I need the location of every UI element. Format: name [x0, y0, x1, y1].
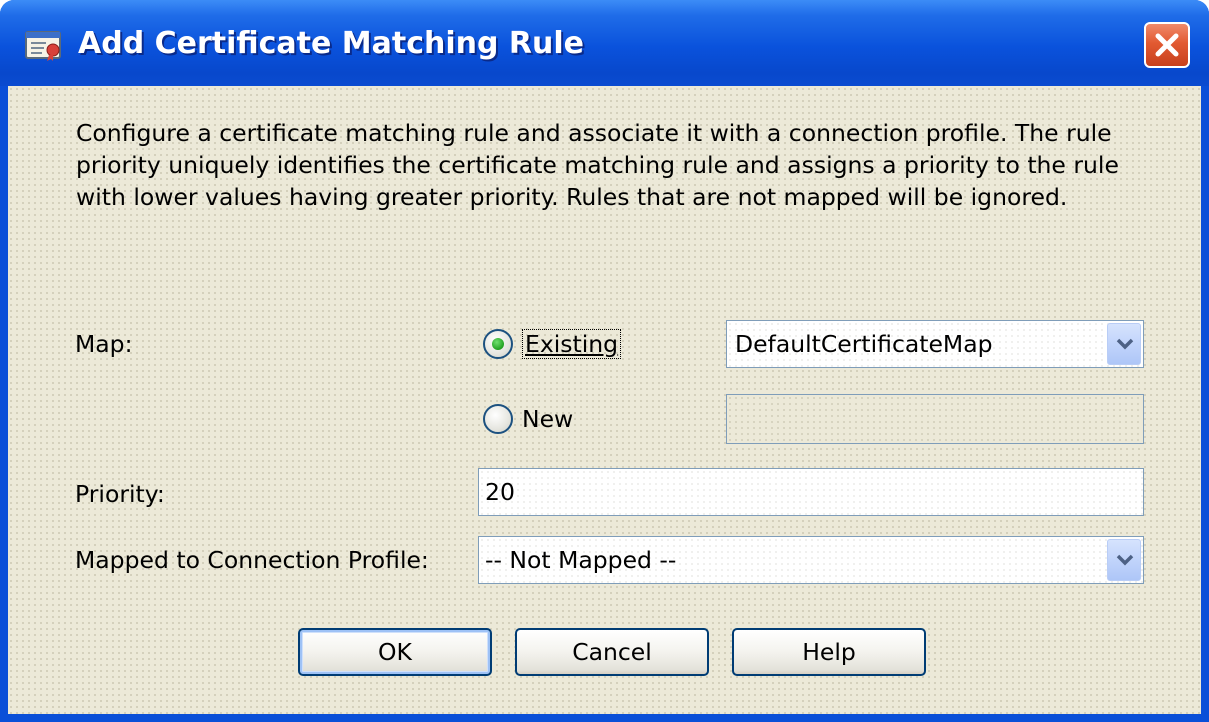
dropdown-button[interactable]	[1107, 539, 1141, 581]
priority-input[interactable]: 20	[478, 468, 1144, 516]
existing-map-value: DefaultCertificateMap	[735, 330, 993, 358]
priority-value: 20	[485, 478, 515, 506]
existing-map-select[interactable]: DefaultCertificateMap	[726, 320, 1144, 368]
existing-radio[interactable]	[483, 329, 513, 359]
chevron-down-icon	[1116, 338, 1134, 350]
ok-button[interactable]: OK	[298, 628, 492, 676]
chevron-down-icon	[1116, 554, 1134, 566]
close-button[interactable]	[1144, 22, 1190, 68]
help-button[interactable]: Help	[732, 628, 926, 676]
new-radio[interactable]	[483, 404, 513, 434]
new-radio-label[interactable]: New	[522, 404, 573, 434]
map-label: Map:	[75, 330, 133, 358]
certificate-icon	[24, 28, 64, 62]
connection-profile-value: -- Not Mapped --	[485, 546, 677, 574]
dropdown-button[interactable]	[1107, 323, 1141, 365]
dialog-title: Add Certificate Matching Rule	[78, 26, 585, 61]
connection-profile-label: Mapped to Connection Profile:	[75, 546, 429, 574]
connection-profile-select[interactable]: -- Not Mapped --	[478, 536, 1144, 584]
description-text: Configure a certificate matching rule an…	[76, 119, 1119, 211]
dialog-body: Configure a certificate matching rule an…	[8, 86, 1201, 714]
new-map-input[interactable]	[726, 394, 1144, 444]
title-bar[interactable]: Add Certificate Matching Rule	[0, 0, 1209, 86]
dialog-window: Add Certificate Matching Rule Configure …	[0, 0, 1209, 722]
existing-radio-label[interactable]: Existing	[522, 329, 622, 359]
cancel-button[interactable]: Cancel	[515, 628, 709, 676]
existing-label-text: Existing	[525, 330, 619, 358]
radio-selected-dot	[492, 338, 504, 350]
priority-label: Priority:	[75, 480, 165, 508]
